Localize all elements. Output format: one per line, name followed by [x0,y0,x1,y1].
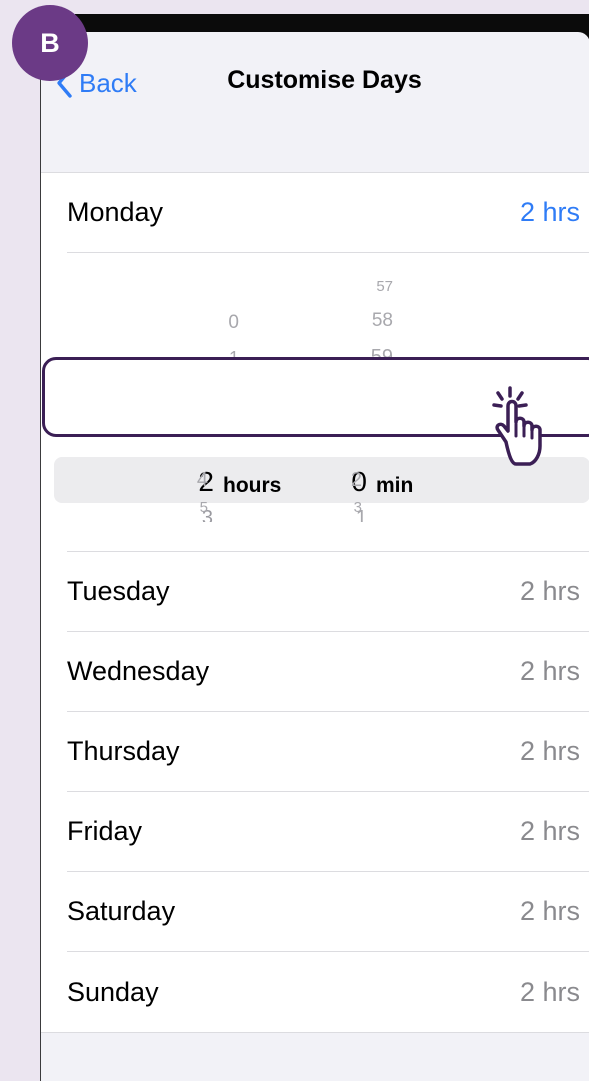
day-label: Wednesday [67,656,210,686]
hours-wheel-value[interactable]: 4 [168,470,208,490]
customise-days-sheet: Back Customise Days Monday 2 hrs 0 1 2 h… [40,32,589,1081]
tap-hand-icon [488,384,558,468]
day-duration: 2 hrs [519,197,580,227]
hours-wheel-value[interactable]: 0 [199,313,239,332]
day-label: Thursday [67,736,180,766]
minutes-wheel-value[interactable]: 2 [322,470,362,490]
day-row-thursday[interactable]: Thursday 2 hrs [67,712,589,792]
day-row-saturday[interactable]: Saturday 2 hrs [67,872,589,952]
day-duration: 2 hrs [519,576,580,606]
minutes-wheel-value[interactable]: 3 [322,500,362,515]
minutes-unit: min [376,474,414,497]
navigation-bar: Back Customise Days [41,32,589,140]
day-row-friday[interactable]: Friday 2 hrs [67,792,589,872]
minutes-wheel-value[interactable]: 58 [353,311,393,330]
hours-unit: hours [223,474,282,497]
day-label: Friday [67,816,143,846]
day-duration: 2 hrs [519,656,580,686]
day-duration: 2 hrs [519,736,580,766]
minutes-wheel-value[interactable]: 57 [353,279,393,294]
day-label: Sunday [67,976,159,1007]
day-label: Tuesday [67,576,170,606]
day-duration: 2 hrs [519,976,580,1007]
day-label: Saturday [67,896,176,926]
day-row-tuesday[interactable]: Tuesday 2 hrs [67,552,589,632]
day-duration: 2 hrs [519,896,580,926]
hours-wheel-value[interactable]: 5 [168,500,208,515]
days-list: Monday 2 hrs 0 1 2 hours 3 57 58 59 0 mi… [41,172,589,1033]
page-title: Customise Days [227,66,422,94]
day-row-monday[interactable]: Monday 2 hrs [67,173,589,253]
step-badge: B [12,5,88,81]
day-duration: 2 hrs [519,816,580,846]
day-row-sunday[interactable]: Sunday 2 hrs [67,952,589,1032]
day-label: Monday [67,197,164,227]
day-row-wednesday[interactable]: Wednesday 2 hrs [67,632,589,712]
